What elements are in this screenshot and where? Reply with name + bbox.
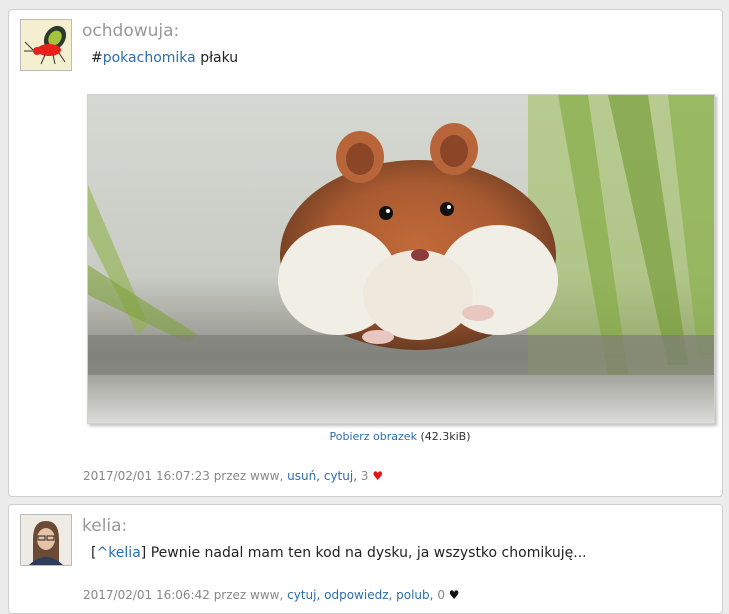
post-card: ochdowuja: #pokachomika płaku Pobierz ob… bbox=[8, 9, 723, 497]
post-message: Pewnie nadal mam ten kod na dysku, ja ws… bbox=[150, 545, 587, 561]
hamster-photo bbox=[88, 95, 714, 423]
post-meta: 2017/02/01 16:07:23 przez www, usuń, cyt… bbox=[83, 469, 383, 483]
image-size: (42.3kiB) bbox=[420, 430, 471, 443]
quote-link[interactable]: cytuj, bbox=[324, 469, 357, 483]
post-card: kelia: [^kelia] Pewnie nadal mam ten kod… bbox=[8, 504, 723, 614]
post-text: [^kelia] Pewnie nadal mam ten kod na dys… bbox=[91, 543, 587, 563]
like-count: 3 bbox=[360, 469, 369, 483]
post-message: płaku bbox=[200, 50, 239, 66]
post-timestamp: 2017/02/01 16:07:23 przez www, bbox=[83, 469, 284, 483]
hashtag-prefix: # bbox=[91, 50, 103, 66]
person-avatar-icon bbox=[21, 515, 71, 565]
reply-user-link[interactable]: ^kelia bbox=[96, 545, 140, 561]
post-image[interactable] bbox=[87, 94, 715, 424]
insect-avatar-icon bbox=[21, 20, 71, 70]
reply-bracket-close: ] bbox=[140, 545, 147, 561]
download-image-link[interactable]: Pobierz obrazek bbox=[329, 430, 416, 443]
image-caption: Pobierz obrazek (42.3kiB) bbox=[87, 430, 713, 443]
hashtag-link[interactable]: pokachomika bbox=[103, 50, 196, 66]
post-author[interactable]: kelia: bbox=[82, 515, 127, 537]
avatar-ochdowuja[interactable] bbox=[20, 19, 72, 71]
post-author[interactable]: ochdowuja: bbox=[82, 20, 179, 42]
delete-link[interactable]: usuń, bbox=[287, 469, 320, 483]
heart-icon[interactable]: ♥ bbox=[372, 469, 383, 483]
avatar-kelia[interactable] bbox=[20, 514, 72, 566]
post-text: #pokachomika płaku bbox=[91, 48, 238, 68]
